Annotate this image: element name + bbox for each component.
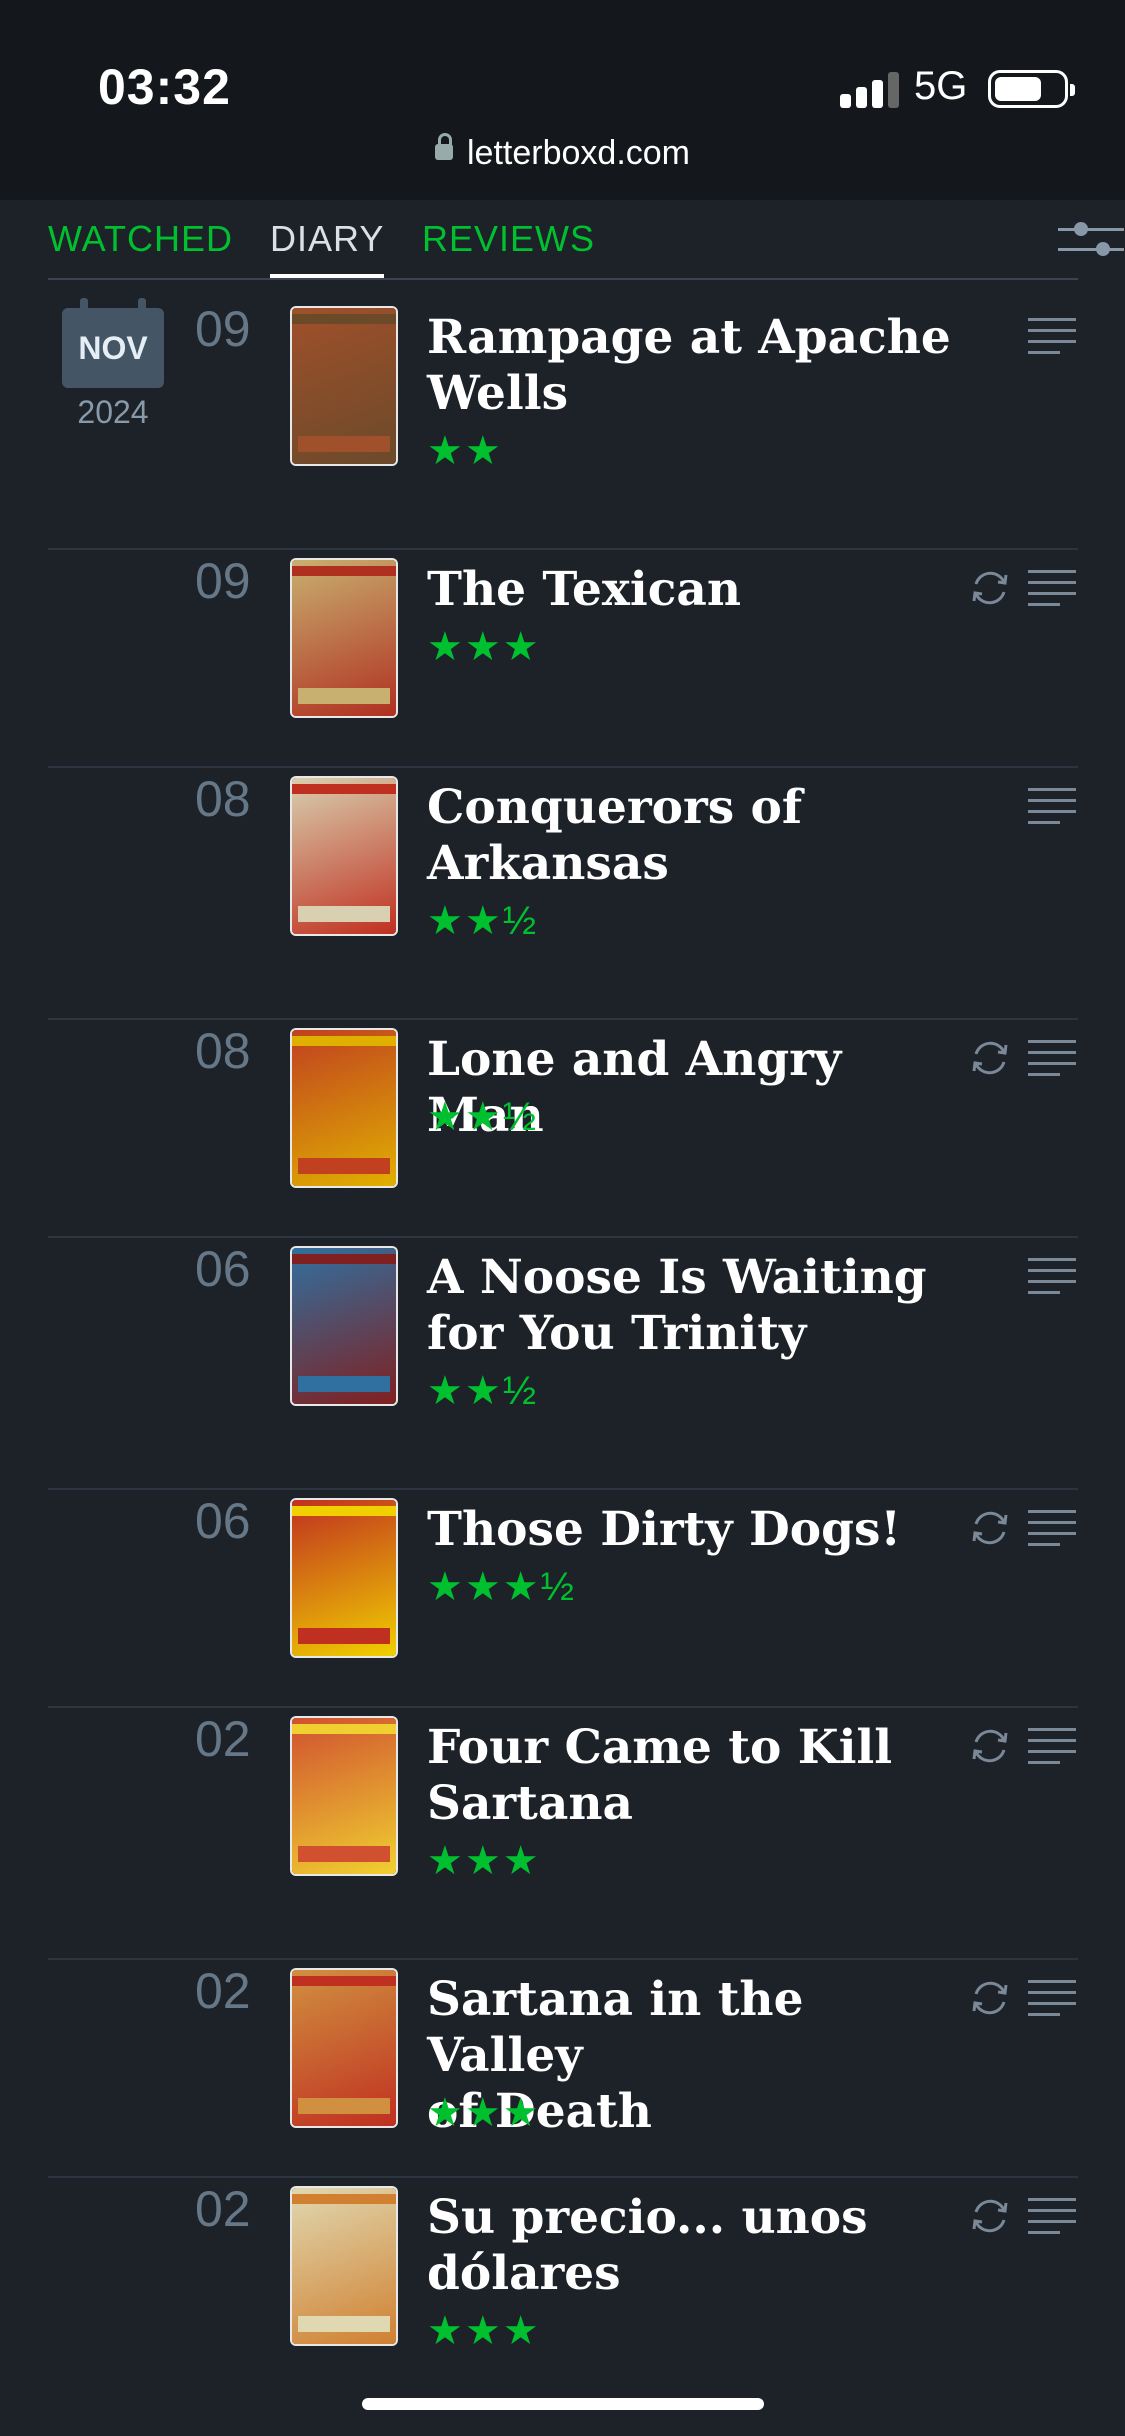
filter-sliders-icon[interactable] xyxy=(1058,220,1124,260)
review-text-icon[interactable] xyxy=(1028,1724,1076,1768)
film-title[interactable]: Four Came to Kill Sartana xyxy=(427,1720,967,1832)
film-title[interactable]: Rampage at Apache Wells xyxy=(427,310,967,422)
review-text-icon[interactable] xyxy=(1028,314,1076,358)
entry-day[interactable]: 02 xyxy=(195,1962,251,2020)
divider xyxy=(48,1706,1078,1708)
divider xyxy=(48,1018,1078,1020)
year-label: 2024 xyxy=(77,394,149,430)
star-rating: ★★ xyxy=(427,429,503,473)
tab-bar: WATCHED DIARY REVIEWS xyxy=(48,200,1124,280)
network-type: 5G xyxy=(914,64,968,108)
film-poster[interactable] xyxy=(292,1500,396,1656)
film-poster[interactable] xyxy=(292,1248,396,1404)
film-poster[interactable] xyxy=(292,1970,396,2126)
film-title-line: dólares xyxy=(427,2246,621,2301)
entry-day[interactable]: 02 xyxy=(195,2180,251,2238)
star-rating: ★★★ xyxy=(427,2309,541,2353)
clock: 03:32 xyxy=(98,59,231,115)
tab-watched[interactable]: WATCHED xyxy=(48,218,233,260)
diary-page: WATCHED DIARY REVIEWS NOV 2024 09 Rampage… xyxy=(0,200,1125,2436)
divider xyxy=(48,548,1078,550)
month-label: NOV xyxy=(78,330,148,366)
home-indicator[interactable] xyxy=(362,2398,764,2410)
status-bar: 03:32 5G letterboxd.com xyxy=(0,0,1125,200)
star-rating: ★★½ xyxy=(427,1369,539,1413)
star-rating: ★★★ xyxy=(427,625,541,669)
review-text-icon[interactable] xyxy=(1028,1036,1076,1080)
entry-day[interactable]: 09 xyxy=(195,552,251,610)
divider xyxy=(48,1236,1078,1238)
film-poster[interactable] xyxy=(292,1030,396,1186)
lock-icon xyxy=(435,133,453,161)
divider xyxy=(48,1958,1078,1960)
review-text-icon[interactable] xyxy=(1028,1506,1076,1550)
film-title-line: for You Trinity xyxy=(427,1306,807,1361)
star-rating: ★★★½ xyxy=(427,1565,576,1609)
review-text-icon[interactable] xyxy=(1028,1254,1076,1298)
rewatch-icon xyxy=(972,571,1008,605)
rewatch-icon xyxy=(972,2199,1008,2233)
rewatch-icon xyxy=(972,1729,1008,1763)
entry-day[interactable]: 06 xyxy=(195,1240,251,1298)
film-title-line: Sartana xyxy=(427,1776,633,1831)
star-rating: ★★½ xyxy=(427,1095,539,1139)
film-title[interactable]: A Noose Is Waiting for You Trinity xyxy=(427,1250,967,1362)
divider xyxy=(48,1488,1078,1490)
calendar-icon: NOV xyxy=(62,298,164,388)
film-title[interactable]: Those Dirty Dogs! xyxy=(427,1502,967,1558)
divider xyxy=(48,766,1078,768)
rewatch-icon xyxy=(972,1041,1008,1075)
star-rating: ★★★ xyxy=(427,1839,541,1883)
divider xyxy=(48,2176,1078,2178)
film-title-line: Wells xyxy=(427,366,569,421)
rewatch-icon xyxy=(972,1981,1008,2015)
entry-day[interactable]: 02 xyxy=(195,1710,251,1768)
film-title[interactable]: Su precio... unos dólares xyxy=(427,2190,967,2302)
film-title-line: Rampage at Apache xyxy=(427,310,951,365)
film-poster[interactable] xyxy=(292,2188,396,2344)
cellular-signal-icon xyxy=(840,70,900,108)
review-text-icon[interactable] xyxy=(1028,2194,1076,2238)
film-title-line: The Texican xyxy=(427,562,742,617)
review-text-icon[interactable] xyxy=(1028,566,1076,610)
film-title[interactable]: Conquerors of Arkansas xyxy=(427,780,967,892)
review-text-icon[interactable] xyxy=(1028,784,1076,828)
url-text: letterboxd.com xyxy=(467,134,690,172)
star-rating: ★★½ xyxy=(427,899,539,943)
film-title-line: Conquerors of xyxy=(427,780,803,835)
tab-diary[interactable]: DIARY xyxy=(270,218,385,278)
rewatch-icon xyxy=(972,1511,1008,1545)
film-title-line: Four Came to Kill xyxy=(427,1720,893,1775)
review-text-icon[interactable] xyxy=(1028,1976,1076,2020)
film-title-line: Sartana in the Valley xyxy=(427,1972,804,2083)
film-title[interactable]: The Texican xyxy=(427,562,967,618)
film-poster[interactable] xyxy=(292,778,396,934)
film-poster[interactable] xyxy=(292,308,396,464)
film-poster[interactable] xyxy=(292,1718,396,1874)
film-title-line: A Noose Is Waiting xyxy=(427,1250,927,1305)
tab-reviews[interactable]: REVIEWS xyxy=(422,218,595,260)
entry-day[interactable]: 06 xyxy=(195,1492,251,1550)
entry-day[interactable]: 09 xyxy=(195,300,251,358)
film-title-line: Su precio... unos xyxy=(427,2190,868,2245)
film-title-line: Arkansas xyxy=(427,836,669,891)
film-title-line: Those Dirty Dogs! xyxy=(427,1502,902,1557)
entry-day[interactable]: 08 xyxy=(195,1022,251,1080)
star-rating: ★★★ xyxy=(427,2091,541,2135)
film-poster[interactable] xyxy=(292,560,396,716)
entry-day[interactable]: 08 xyxy=(195,770,251,828)
battery-icon xyxy=(988,70,1075,108)
address-bar[interactable]: letterboxd.com xyxy=(0,133,1125,173)
